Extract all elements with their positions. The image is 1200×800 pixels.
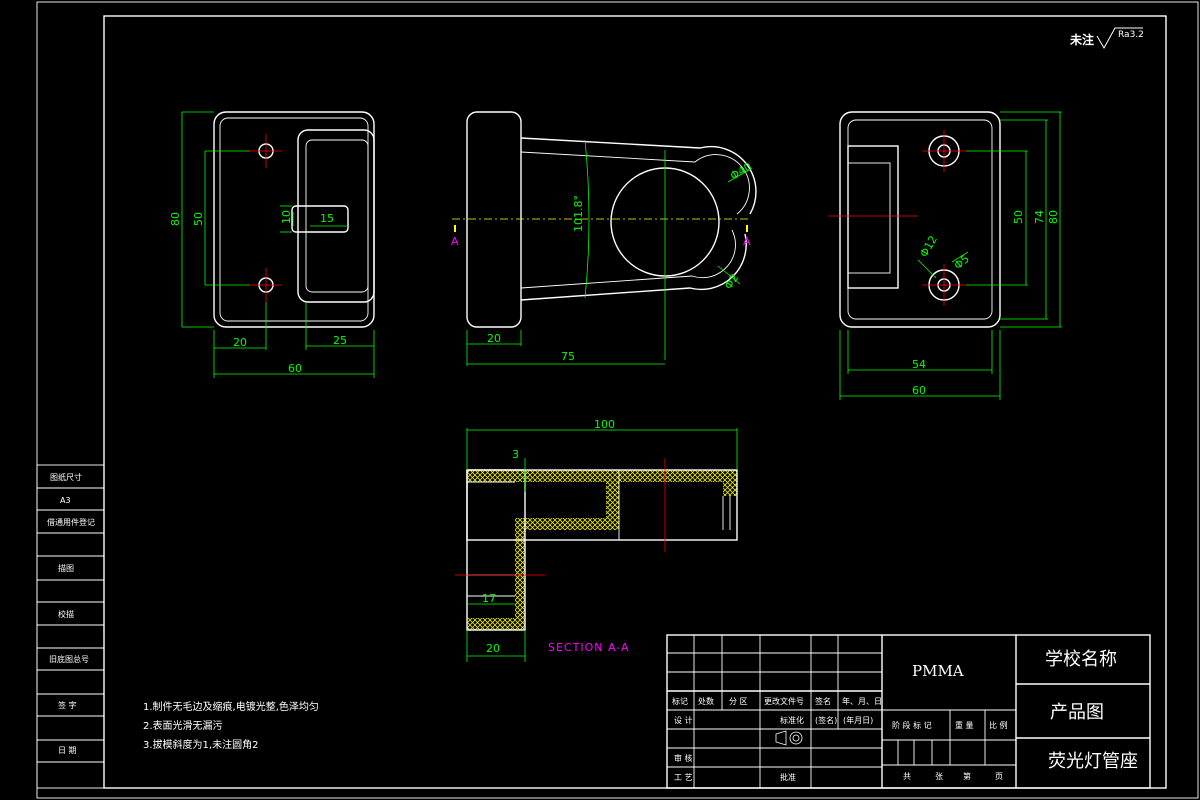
side-panel: 图纸尺寸 A3 借通用件登记 描图 校描 旧底图总号 签 字 日 期 [36, 464, 105, 789]
part-name: 荧光灯管座 [1048, 751, 1138, 772]
dim-right-80: 80 [1047, 210, 1060, 224]
side-label-date: 日 期 [58, 746, 77, 755]
note-3: 3.拔模斜度为1,未注圆角2 [143, 738, 258, 751]
side-label-trace: 描图 [58, 563, 74, 573]
front-view: 80 50 10 15 20 25 60 [169, 111, 375, 378]
dim-front-60: 60 [288, 362, 302, 375]
dim-section-3: 3 [512, 448, 519, 461]
hdr-mark: 标记 [672, 696, 688, 706]
hdr-sign: 签名 [815, 696, 831, 706]
side-label-size: 图纸尺寸 [50, 472, 82, 482]
projection-symbol [775, 730, 803, 746]
row-review: 审 核 [674, 753, 693, 763]
sheet-total: 共 [903, 772, 911, 781]
side-label-old-no: 旧底图总号 [49, 654, 89, 664]
dim-front-50: 50 [192, 212, 205, 226]
side-view: A A 101.8° Φ40 Φ2 20 75 [451, 111, 757, 366]
section-label: SECTION A-A [548, 641, 630, 654]
stage-scale: 比 例 [989, 720, 1008, 730]
dim-section-20: 20 [486, 642, 500, 655]
drawing-type: 产品图 [1050, 702, 1104, 723]
inner-frame [103, 15, 1167, 789]
dim-right-74: 74 [1033, 210, 1046, 224]
sheet-unit-1: 张 [935, 772, 943, 781]
section-marker-right: A [743, 235, 751, 248]
note-1: 1.制件无毛边及缩痕,电镀光整,色泽均匀 [143, 700, 319, 713]
stage-mark: 阶 段 标 记 [892, 720, 932, 730]
dim-section-100: 100 [594, 418, 615, 431]
hdr-change-doc: 更改文件号 [764, 696, 804, 706]
dim-front-10: 10 [280, 210, 293, 224]
dim-side-angle: 101.8° [572, 195, 585, 232]
row-approve: 批准 [780, 772, 796, 782]
section-view: 100 3 17 20 SECTION A-A [455, 418, 738, 662]
side-label-check: 校描 [58, 609, 74, 619]
title-block: PMMA 学校名称 产品图 荧光灯管座 标记 处数 分 区 更改文件号 签名 年… [666, 634, 1151, 789]
dim-front-25: 25 [333, 334, 347, 347]
section-marker-left: A [451, 235, 459, 248]
dim-front-15: 15 [320, 212, 334, 225]
cad-drawing: 图纸尺寸 A3 借通用件登记 描图 校描 旧底图总号 签 字 日 期 未注 Ra… [36, 1, 1199, 799]
school-name: 学校名称 [1045, 649, 1117, 670]
outer-frame [36, 1, 1199, 799]
dim-front-80: 80 [169, 212, 182, 226]
technical-notes: 1.制件无毛边及缩痕,电镀光整,色泽均匀 2.表面光滑无漏污 3.拔模斜度为1,… [143, 700, 319, 751]
row-process: 工 艺 [674, 773, 693, 782]
roughness-note: 未注 Ra3.2 [1069, 27, 1144, 50]
dim-front-20: 20 [233, 336, 247, 349]
note-2: 2.表面光滑无漏污 [143, 719, 223, 732]
row-ymd: (年月日) [843, 715, 873, 725]
hdr-zone: 分 区 [729, 697, 748, 706]
dim-side-20: 20 [487, 332, 501, 345]
side-label-sign: 签 字 [58, 700, 77, 710]
sheet-no: 第 [963, 771, 971, 781]
dim-section-17: 17 [482, 592, 496, 605]
dim-side-75: 75 [561, 350, 575, 363]
material-text: PMMA [912, 662, 964, 680]
stage-weight: 重 量 [955, 720, 974, 730]
side-label-a3: A3 [60, 496, 71, 505]
surface-note: 未注 [1069, 32, 1094, 47]
sheet-unit-2: 页 [995, 772, 1003, 781]
hdr-date: 年、月、日 [842, 696, 882, 706]
row-standard: 标准化 [780, 715, 804, 725]
dim-right-54: 54 [912, 358, 926, 371]
roughness-value: Ra3.2 [1118, 30, 1144, 40]
dim-side-dia40: Φ40 [728, 160, 754, 183]
row-design: 设 计 [674, 715, 693, 725]
dim-side-dia2: Φ2 [722, 271, 742, 291]
hdr-count: 处数 [698, 696, 714, 706]
dim-right-60: 60 [912, 384, 926, 397]
row-signature: (签名) [815, 715, 837, 725]
right-view: Φ12 Φ5 50 74 80 54 60 [828, 111, 1062, 400]
dim-right-dia5: Φ5 [952, 252, 972, 272]
side-label-common: 借通用件登记 [47, 517, 95, 527]
dim-right-dia12: Φ12 [917, 233, 940, 259]
dim-right-50: 50 [1012, 210, 1025, 224]
